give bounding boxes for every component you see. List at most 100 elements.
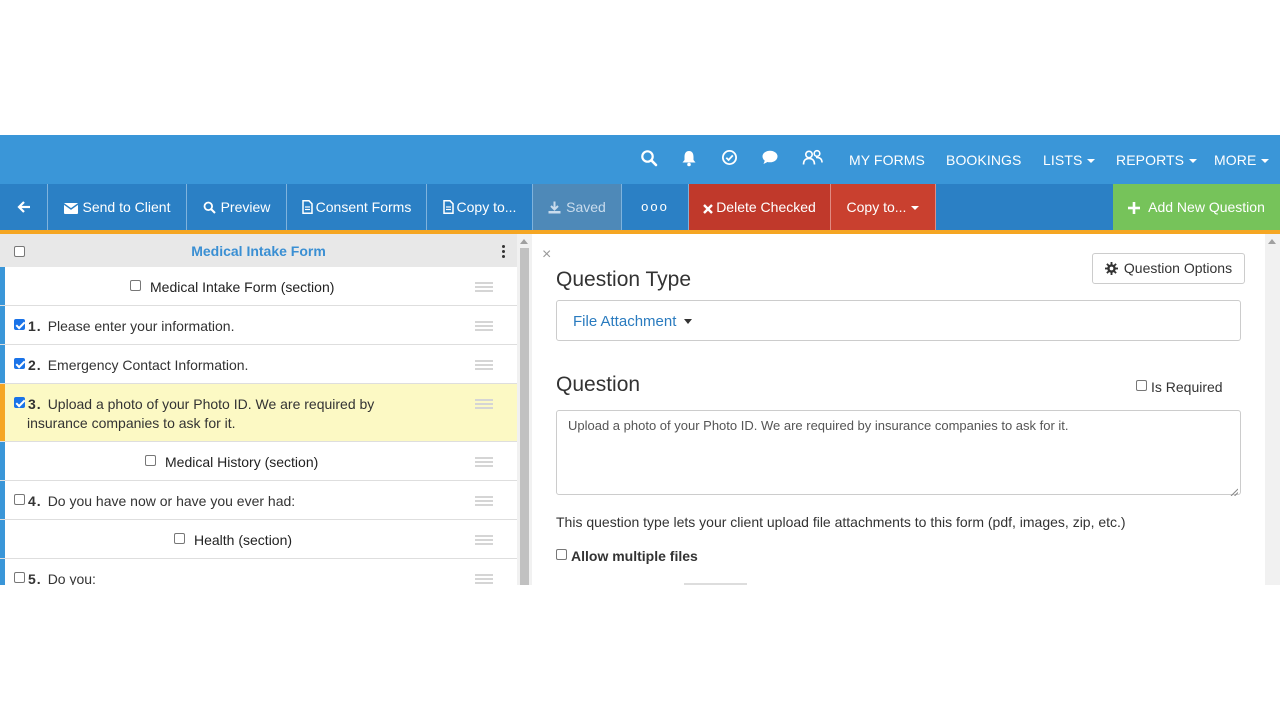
row-accent-bar [0, 345, 5, 383]
nav-lists[interactable]: LISTS [1043, 135, 1096, 184]
section-row[interactable]: Medical Intake Form (section) [0, 267, 517, 306]
question-text: 3. Upload a photo of your Photo ID. We ar… [28, 396, 374, 412]
add-new-question-button[interactable]: Add New Question [1113, 184, 1280, 230]
question-text: 4. Do you have now or have you ever had: [28, 493, 295, 509]
copy-to-dropdown-button[interactable]: Copy to... [831, 184, 936, 230]
drag-handle-icon[interactable] [475, 360, 493, 371]
back-button[interactable] [0, 184, 48, 230]
question-type-heading: Question Type [556, 268, 692, 291]
question-row[interactable]: 2. Emergency Contact Information. [0, 345, 517, 384]
drag-handle-icon[interactable] [475, 321, 493, 332]
consent-forms-label: Consent Forms [315, 199, 412, 215]
download-icon [548, 199, 566, 215]
row-accent-bar [0, 384, 5, 441]
row-accent-bar [0, 442, 5, 480]
drag-handle-icon[interactable] [475, 496, 493, 507]
delete-checked-button[interactable]: Delete Checked [689, 184, 831, 230]
kebab-menu-icon[interactable] [502, 245, 505, 258]
question-text: 5. Do you: [28, 571, 96, 585]
question-options-button[interactable]: Question Options [1092, 253, 1245, 284]
saved-button[interactable]: Saved [533, 184, 622, 230]
arrow-left-icon [16, 199, 31, 215]
close-icon[interactable]: × [542, 246, 551, 264]
question-text-input[interactable]: Upload a photo of your Photo ID. We are … [556, 410, 1241, 497]
row-accent-bar [0, 520, 5, 558]
section-row[interactable]: Medical History (section) [0, 442, 517, 481]
users-icon[interactable] [802, 149, 823, 169]
section-row[interactable]: Health (section) [0, 520, 517, 559]
form-toolbar: Send to Client Preview Consent Forms Cop… [0, 184, 1280, 230]
question-label: Do you have now or have you ever had: [47, 493, 296, 509]
search-icon [203, 199, 221, 215]
question-label-continued: insurance companies to ask for it. [27, 415, 236, 431]
question-row[interactable]: 5. Do you: [0, 559, 517, 585]
search-icon[interactable] [640, 149, 660, 169]
drag-handle-icon[interactable] [475, 457, 493, 468]
scroll-up-icon[interactable] [520, 239, 528, 244]
row-accent-bar [0, 306, 5, 344]
question-list-scrollbar[interactable] [517, 234, 532, 585]
allow-multiple-files-label: Allow multiple files [571, 548, 698, 564]
drag-handle-icon[interactable] [475, 535, 493, 546]
question-checkbox[interactable] [14, 572, 25, 583]
allow-multiple-files-checkbox[interactable] [556, 549, 567, 560]
resize-handle-icon[interactable] [1230, 484, 1239, 497]
nav-reports[interactable]: REPORTS [1116, 135, 1198, 184]
question-checkbox[interactable] [14, 397, 25, 408]
row-accent-bar [0, 267, 5, 305]
question-checkbox[interactable] [14, 494, 25, 505]
top-navbar: MY FORMS BOOKINGS LISTS REPORTS MORE [0, 135, 1280, 184]
plus-icon [1128, 199, 1148, 215]
question-text: 2. Emergency Contact Information. [28, 357, 248, 373]
envelope-icon [63, 199, 83, 215]
bell-icon[interactable] [681, 149, 701, 169]
section-label: Medical Intake Form (section) [150, 279, 335, 295]
question-number: 2. [28, 357, 42, 373]
question-checkbox[interactable] [14, 358, 25, 369]
question-row[interactable]: 4. Do you have now or have you ever had: [0, 481, 517, 520]
question-editor-panel: × Question Type Question Options File At… [532, 234, 1265, 585]
question-row-selected[interactable]: 3. Upload a photo of your Photo ID. We ar… [0, 384, 517, 442]
question-checkbox[interactable] [14, 319, 25, 330]
scroll-up-icon[interactable] [1268, 239, 1276, 244]
preview-button[interactable]: Preview [187, 184, 287, 230]
check-circle-icon[interactable] [721, 149, 741, 169]
nav-bookings[interactable]: BOOKINGS [946, 135, 1021, 184]
question-type-dropdown[interactable]: File Attachment [573, 301, 693, 342]
add-new-question-label: Add New Question [1148, 199, 1265, 215]
editor-scrollbar[interactable] [1265, 234, 1280, 585]
send-to-client-button[interactable]: Send to Client [48, 184, 187, 230]
app-window: MY FORMS BOOKINGS LISTS REPORTS MORE Sen… [0, 135, 1280, 585]
copy-to-button[interactable]: Copy to... [427, 184, 533, 230]
drag-handle-icon[interactable] [475, 399, 493, 410]
chat-icon[interactable] [761, 149, 781, 169]
section-checkbox[interactable] [174, 533, 185, 544]
is-required-label: Is Required [1151, 379, 1223, 395]
question-number: 5. [28, 571, 42, 585]
nav-my-forms[interactable]: MY FORMS [849, 135, 925, 184]
question-options-label: Question Options [1123, 260, 1233, 276]
caret-down-icon [911, 206, 920, 210]
more-options-button[interactable]: ooo [622, 184, 689, 230]
question-number: 4. [28, 493, 42, 509]
caret-down-icon [1087, 159, 1096, 163]
section-checkbox[interactable] [130, 280, 141, 291]
drag-handle-icon[interactable] [475, 282, 493, 293]
question-row[interactable]: 1. Please enter your information. [0, 306, 517, 345]
question-type-value: File Attachment [573, 313, 677, 330]
scroll-thumb[interactable] [520, 248, 529, 585]
question-type-select[interactable]: File Attachment [556, 300, 1241, 341]
drag-handle-icon[interactable] [475, 574, 493, 585]
question-label: Please enter your information. [47, 318, 235, 334]
question-text: 1. Please enter your information. [28, 318, 234, 334]
document-icon [442, 199, 457, 215]
section-checkbox[interactable] [145, 455, 156, 466]
nav-more[interactable]: MORE [1214, 135, 1270, 184]
question-heading: Question [556, 373, 641, 396]
consent-forms-button[interactable]: Consent Forms [287, 184, 427, 230]
is-required-checkbox[interactable] [1136, 380, 1147, 391]
send-to-client-label: Send to Client [82, 199, 171, 215]
cut-off-control [684, 583, 747, 585]
question-text-value: Upload a photo of your Photo ID. We are … [568, 418, 1069, 433]
question-number: 3. [28, 396, 42, 412]
